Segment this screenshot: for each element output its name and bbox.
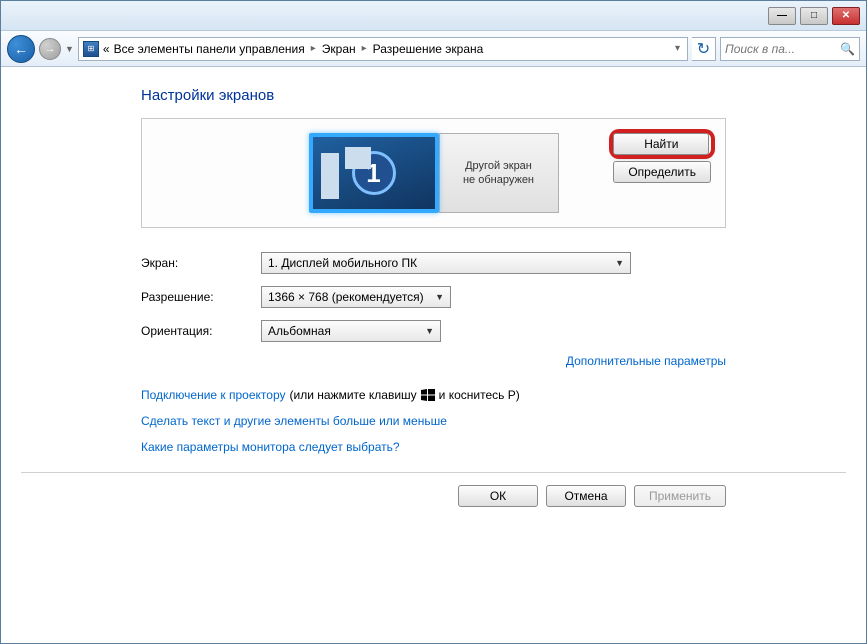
projector-hint: и коснитесь P) <box>439 388 520 402</box>
refresh-button[interactable]: ↻ <box>692 37 716 61</box>
projector-hint: (или нажмите клавишу <box>290 388 417 402</box>
orientation-value: Альбомная <box>268 324 331 338</box>
breadcrumb-item[interactable]: Экран <box>322 42 356 56</box>
history-dropdown-icon[interactable]: ▼ <box>65 44 74 54</box>
search-box[interactable]: 🔍 <box>720 37 860 61</box>
dialog-buttons: ОК Отмена Применить <box>141 485 726 507</box>
chevron-down-icon: ▼ <box>425 326 434 336</box>
navigation-bar: ← → ▼ ⊞ « Все элементы панели управления… <box>1 31 866 67</box>
form-row-orientation: Ориентация: Альбомная ▼ <box>141 320 726 342</box>
resolution-combobox[interactable]: 1366 × 768 (рекомендуется) ▼ <box>261 286 451 308</box>
advanced-settings-link[interactable]: Дополнительные параметры <box>566 354 726 368</box>
content-area: Настройки экранов 1 Другой экран не обна… <box>1 67 866 527</box>
ok-button[interactable]: ОК <box>458 485 538 507</box>
resolution-value: 1366 × 768 (рекомендуется) <box>268 290 424 304</box>
titlebar: — □ ✕ <box>1 1 866 31</box>
projector-link-row: Подключение к проектору (или нажмите кла… <box>141 388 726 402</box>
breadcrumb-item[interactable]: Все элементы панели управления <box>114 42 305 56</box>
refresh-icon: ↻ <box>697 39 710 59</box>
breadcrumb-item[interactable]: Разрешение экрана <box>373 42 484 56</box>
advanced-link-row: Дополнительные параметры <box>141 354 726 368</box>
breadcrumb-dropdown-icon[interactable]: ▾ <box>672 43 683 54</box>
form-row-display: Экран: 1. Дисплей мобильного ПК ▼ <box>141 252 726 274</box>
monitor-params-link[interactable]: Какие параметры монитора следует выбрать… <box>141 440 400 454</box>
arrow-right-icon: → <box>45 43 56 55</box>
display-preview-panel: 1 Другой экран не обнаружен Найти Опреде… <box>141 118 726 228</box>
control-panel-icon: ⊞ <box>83 41 99 57</box>
chevron-down-icon: ▼ <box>615 258 624 268</box>
close-button[interactable]: ✕ <box>832 7 860 25</box>
minimize-button[interactable]: — <box>768 7 796 25</box>
cancel-button[interactable]: Отмена <box>546 485 626 507</box>
forward-button[interactable]: → <box>39 38 61 60</box>
no-second-display-placeholder[interactable]: Другой экран не обнаружен <box>439 133 559 213</box>
thumb-decor <box>321 153 339 199</box>
page-title: Настройки экранов <box>141 87 726 104</box>
detect-button[interactable]: Определить <box>613 161 711 183</box>
chevron-down-icon: ▼ <box>435 292 444 302</box>
display-label: Экран: <box>141 256 261 270</box>
orientation-label: Ориентация: <box>141 324 261 338</box>
apply-button[interactable]: Применить <box>634 485 726 507</box>
form-row-resolution: Разрешение: 1366 × 768 (рекомендуется) ▼ <box>141 286 726 308</box>
projector-link[interactable]: Подключение к проектору <box>141 388 286 402</box>
window-controls: — □ ✕ <box>768 7 860 25</box>
arrow-left-icon: ← <box>14 41 28 57</box>
search-input[interactable] <box>725 42 836 56</box>
no-second-text: Другой экран <box>465 159 532 173</box>
text-size-link[interactable]: Сделать текст и другие элементы больше и… <box>141 414 447 428</box>
orientation-combobox[interactable]: Альбомная ▼ <box>261 320 441 342</box>
no-second-text: не обнаружен <box>463 173 534 187</box>
preview-side-buttons: Найти Определить <box>613 133 711 183</box>
display-1-thumbnail[interactable]: 1 <box>309 133 439 213</box>
chevron-right-icon: ▸ <box>309 43 318 54</box>
find-button[interactable]: Найти <box>613 133 709 155</box>
resolution-label: Разрешение: <box>141 290 261 304</box>
display-value: 1. Дисплей мобильного ПК <box>268 256 417 270</box>
monitor-params-link-row: Какие параметры монитора следует выбрать… <box>141 440 726 454</box>
back-button[interactable]: ← <box>7 35 35 63</box>
search-icon: 🔍 <box>840 42 855 56</box>
text-size-link-row: Сделать текст и другие элементы больше и… <box>141 414 726 428</box>
maximize-button[interactable]: □ <box>800 7 828 25</box>
separator-line <box>21 472 846 473</box>
breadcrumb-bar[interactable]: ⊞ « Все элементы панели управления ▸ Экр… <box>78 37 688 61</box>
breadcrumb-prefix: « <box>103 42 110 56</box>
chevron-right-icon: ▸ <box>360 43 369 54</box>
windows-logo-icon <box>421 389 435 401</box>
display-combobox[interactable]: 1. Дисплей мобильного ПК ▼ <box>261 252 631 274</box>
thumb-decor <box>345 147 371 169</box>
find-button-highlight: Найти <box>613 133 711 155</box>
window-frame: — □ ✕ ← → ▼ ⊞ « Все элементы панели упра… <box>0 0 867 644</box>
